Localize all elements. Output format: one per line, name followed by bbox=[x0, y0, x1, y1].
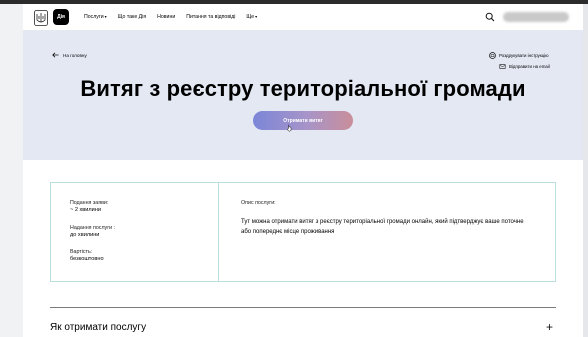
service-cost-label: Вартість: bbox=[70, 249, 93, 255]
send-email-link[interactable]: Відправити на email bbox=[499, 63, 550, 70]
nav-item-label: Ще bbox=[246, 14, 255, 20]
hero-section: На головну Роздрукувати інструкцію Відпр… bbox=[23, 30, 583, 160]
nav-item-services[interactable]: Послуги▾ bbox=[84, 14, 107, 20]
back-link[interactable]: На головну bbox=[52, 52, 87, 58]
send-email-label: Відправити на email bbox=[509, 64, 550, 69]
print-instruction-link[interactable]: Роздрукувати інструкцію bbox=[489, 52, 549, 59]
nav-item-label: Питання та відповіді bbox=[186, 14, 236, 20]
printer-icon bbox=[489, 52, 496, 59]
submit-time-value: ~ 2 хвилини bbox=[70, 207, 101, 213]
page-frame: Дія Послуги▾ Що таке Дія Новини Питання … bbox=[23, 4, 583, 337]
nav-item-more[interactable]: Ще▾ bbox=[246, 14, 257, 20]
nav-item-label: Послуги bbox=[84, 14, 104, 20]
back-link-label: На головну bbox=[63, 52, 87, 58]
diia-logo[interactable]: Дія bbox=[53, 9, 69, 25]
hand-cursor-icon bbox=[287, 124, 292, 132]
submit-time-label: Подання заяви: bbox=[70, 200, 109, 206]
chevron-down-icon: ▾ bbox=[104, 14, 107, 19]
submit-time: Подання заяви: ~ 2 хвилини bbox=[70, 200, 108, 214]
get-extract-button[interactable]: Отримати витяг bbox=[253, 111, 353, 130]
scrollbar-track[interactable] bbox=[583, 4, 588, 337]
how-to-get-accordion-title[interactable]: Як отримати послугу bbox=[50, 322, 146, 333]
get-extract-button-label: Отримати витяг bbox=[283, 117, 323, 124]
description-text: Тут можна отримати витяг з реєстру терит… bbox=[241, 219, 524, 235]
provide-time: Надання послуги : до хвилини bbox=[70, 225, 115, 239]
nav-item-news[interactable]: Новини bbox=[157, 14, 175, 20]
print-instruction-label: Роздрукувати інструкцію bbox=[499, 53, 549, 58]
login-button[interactable] bbox=[503, 12, 569, 22]
provide-time-value: до хвилини bbox=[70, 232, 100, 238]
chevron-down-icon: ▾ bbox=[255, 14, 258, 19]
service-cost: Вартість: безкоштовно bbox=[70, 249, 104, 263]
service-info-card: Подання заяви: ~ 2 хвилини Надання послу… bbox=[50, 182, 556, 282]
section-divider bbox=[50, 307, 556, 308]
description-label: Опис послуги: bbox=[241, 200, 276, 206]
trident-emblem-icon[interactable] bbox=[34, 10, 48, 26]
mail-icon bbox=[499, 64, 506, 69]
provide-time-label: Надання послуги : bbox=[70, 225, 116, 231]
service-facts: Подання заяви: ~ 2 хвилини Надання послу… bbox=[51, 183, 219, 281]
page-title: Витяг з реєстру територіальної громади bbox=[80, 76, 526, 101]
nav-item-label: Що таке Дія bbox=[117, 14, 147, 20]
service-cost-value: безкоштовно bbox=[70, 256, 104, 262]
search-icon[interactable] bbox=[485, 12, 495, 22]
nav-item-about[interactable]: Що таке Дія bbox=[118, 14, 147, 20]
main-nav: Послуги▾ Що таке Дія Новини Питання та в… bbox=[84, 14, 268, 20]
nav-item-label: Новини bbox=[157, 14, 176, 20]
nav-item-faq[interactable]: Питання та відповіді bbox=[186, 14, 235, 20]
site-header: Дія Послуги▾ Що таке Дія Новини Питання … bbox=[23, 4, 583, 30]
plus-icon[interactable]: + bbox=[546, 321, 553, 333]
arrow-left-icon bbox=[52, 52, 59, 58]
